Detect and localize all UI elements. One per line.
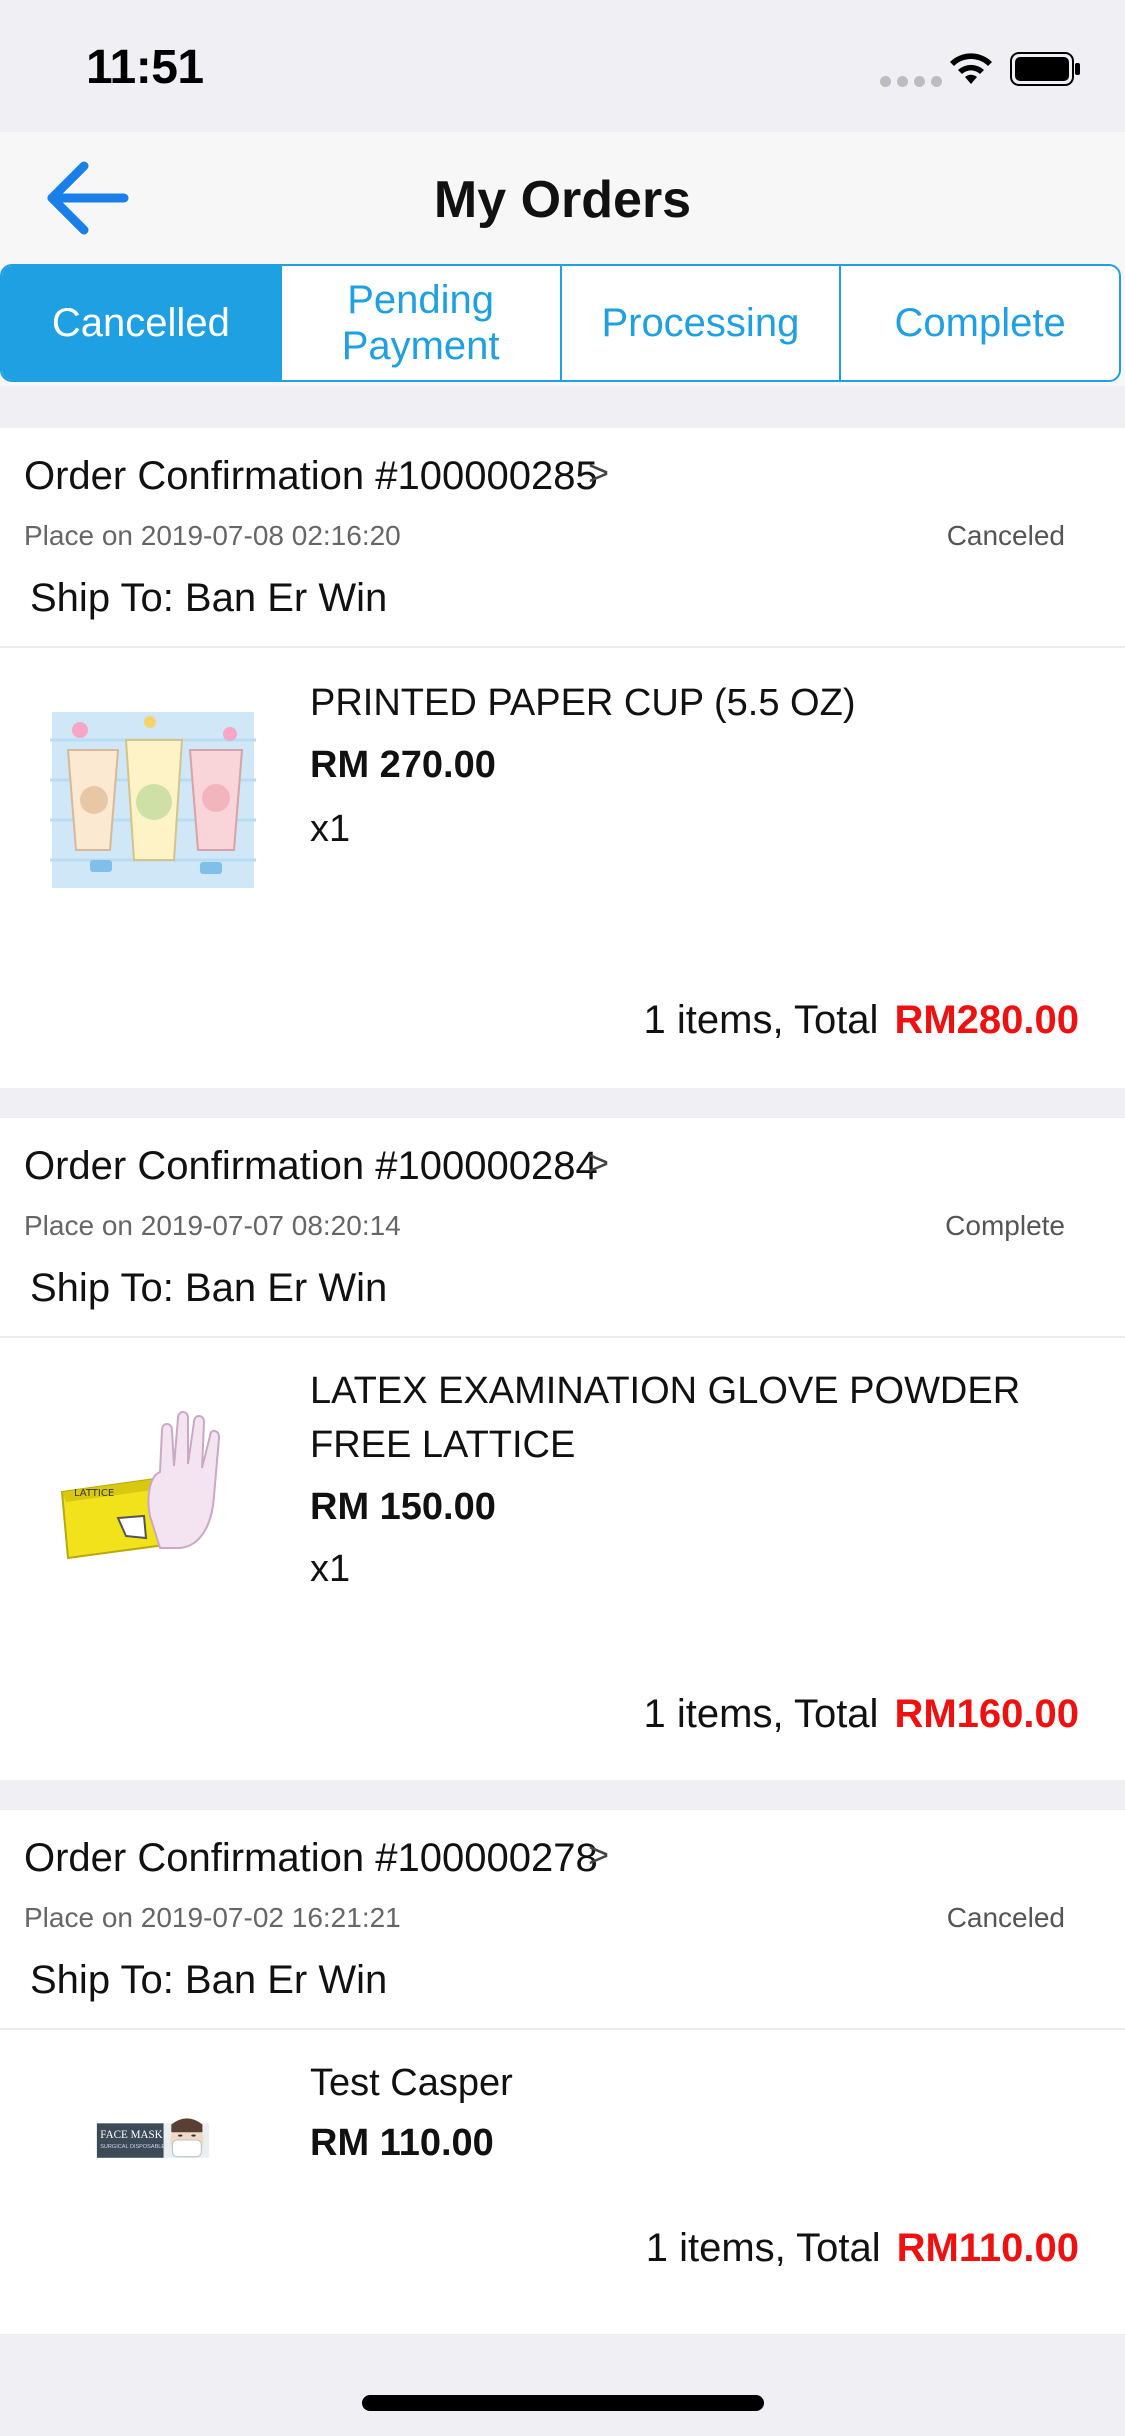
paper-cups-image	[50, 712, 256, 888]
product-quantity: x1	[310, 1548, 351, 1590]
tab-pending-payment[interactable]: Pending Payment	[279, 266, 560, 380]
order-header[interactable]: Order Confirmation #100000285 > Place on…	[0, 428, 1125, 648]
ship-to: Ship To: Ban Er Win	[30, 1266, 388, 1310]
product-price: RM 270.00	[310, 744, 496, 786]
order-total: 1 items, Total RM160.00	[644, 1692, 1079, 1737]
ship-to: Ship To: Ban Er Win	[30, 1958, 388, 2002]
order-title[interactable]: Order Confirmation #100000285	[24, 454, 598, 499]
order-header[interactable]: Order Confirmation #100000278 > Place on…	[0, 1810, 1125, 2030]
order-total-label: 1 items, Total	[645, 2226, 881, 2270]
order-total-amount: RM280.00	[894, 998, 1079, 1042]
svg-text:SURGICAL DISPOSABLE: SURGICAL DISPOSABLE	[100, 2144, 165, 2150]
tab-cancelled[interactable]: Cancelled	[2, 266, 280, 380]
order-status-tabs: Cancelled Pending Payment Processing Com…	[0, 264, 1125, 386]
status-time: 11:51	[86, 41, 204, 94]
navigation-bar: My Orders	[0, 132, 1125, 264]
order-total-label: 1 items, Total	[643, 1692, 879, 1736]
product-quantity: x1	[310, 808, 351, 850]
order-title[interactable]: Order Confirmation #100000284	[24, 1144, 598, 1189]
face-mask-image: FACE MASK SURGICAL DISPOSABLE	[96, 2118, 210, 2158]
chevron-right-icon[interactable]: >	[588, 452, 609, 494]
cellular-signal-icon	[880, 76, 942, 87]
order-date: Place on 2019-07-08 02:16:20	[24, 520, 401, 551]
order-card[interactable]: Order Confirmation #100000284 > Place on…	[0, 1118, 1125, 1780]
order-title[interactable]: Order Confirmation #100000278	[24, 1836, 598, 1881]
order-total-amount: RM110.00	[896, 2226, 1079, 2270]
svg-text:FACE MASK: FACE MASK	[100, 2129, 162, 2141]
ship-to: Ship To: Ban Er Win	[30, 576, 388, 620]
product-name[interactable]: PRINTED PAPER CUP (5.5 OZ)	[310, 676, 1070, 730]
order-date: Place on 2019-07-07 08:20:14	[24, 1210, 401, 1241]
page-title: My Orders	[433, 171, 692, 229]
order-date: Place on 2019-07-02 16:21:21	[24, 1902, 401, 1933]
tab-processing[interactable]: Processing	[559, 266, 840, 380]
order-header[interactable]: Order Confirmation #100000284 > Place on…	[0, 1118, 1125, 1338]
battery-icon	[1010, 52, 1080, 86]
status-bar: 11:51	[0, 0, 1125, 132]
order-item[interactable]: LATTICE LATEX EXAMINATION GLOVE POWDER F…	[0, 1338, 1125, 1780]
order-item[interactable]: FACE MASK SURGICAL DISPOSABLE Test Caspe…	[0, 2030, 1125, 2334]
order-item[interactable]: PRINTED PAPER CUP (5.5 OZ) RM 270.00 x1 …	[0, 648, 1125, 1088]
latex-gloves-image: LATTICE	[52, 1398, 254, 1574]
order-total-label: 1 items, Total	[643, 998, 879, 1042]
tab-complete[interactable]: Complete	[839, 266, 1119, 380]
order-card[interactable]: Order Confirmation #100000285 > Place on…	[0, 428, 1125, 1088]
wifi-icon	[950, 53, 992, 84]
chevron-right-icon[interactable]: >	[588, 1142, 609, 1184]
product-name[interactable]: LATEX EXAMINATION GLOVE POWDER FREE LATT…	[310, 1364, 1070, 1472]
product-name[interactable]: Test Casper	[310, 2056, 1070, 2110]
order-total: 1 items, Total RM110.00	[646, 2226, 1079, 2271]
order-card[interactable]: Order Confirmation #100000278 > Place on…	[0, 1810, 1125, 2334]
order-total: 1 items, Total RM280.00	[644, 998, 1079, 1043]
order-status: Canceled	[946, 1902, 1065, 1933]
order-total-amount: RM160.00	[894, 1692, 1079, 1736]
svg-text:LATTICE: LATTICE	[74, 1488, 114, 1499]
order-status: Canceled	[946, 520, 1065, 551]
order-status: Complete	[945, 1210, 1065, 1241]
chevron-right-icon[interactable]: >	[588, 1834, 609, 1876]
product-price: RM 150.00	[310, 1486, 496, 1528]
home-indicator[interactable]	[362, 2395, 764, 2411]
segmented-control: Cancelled Pending Payment Processing Com…	[0, 264, 1121, 382]
product-price: RM 110.00	[310, 2122, 494, 2164]
